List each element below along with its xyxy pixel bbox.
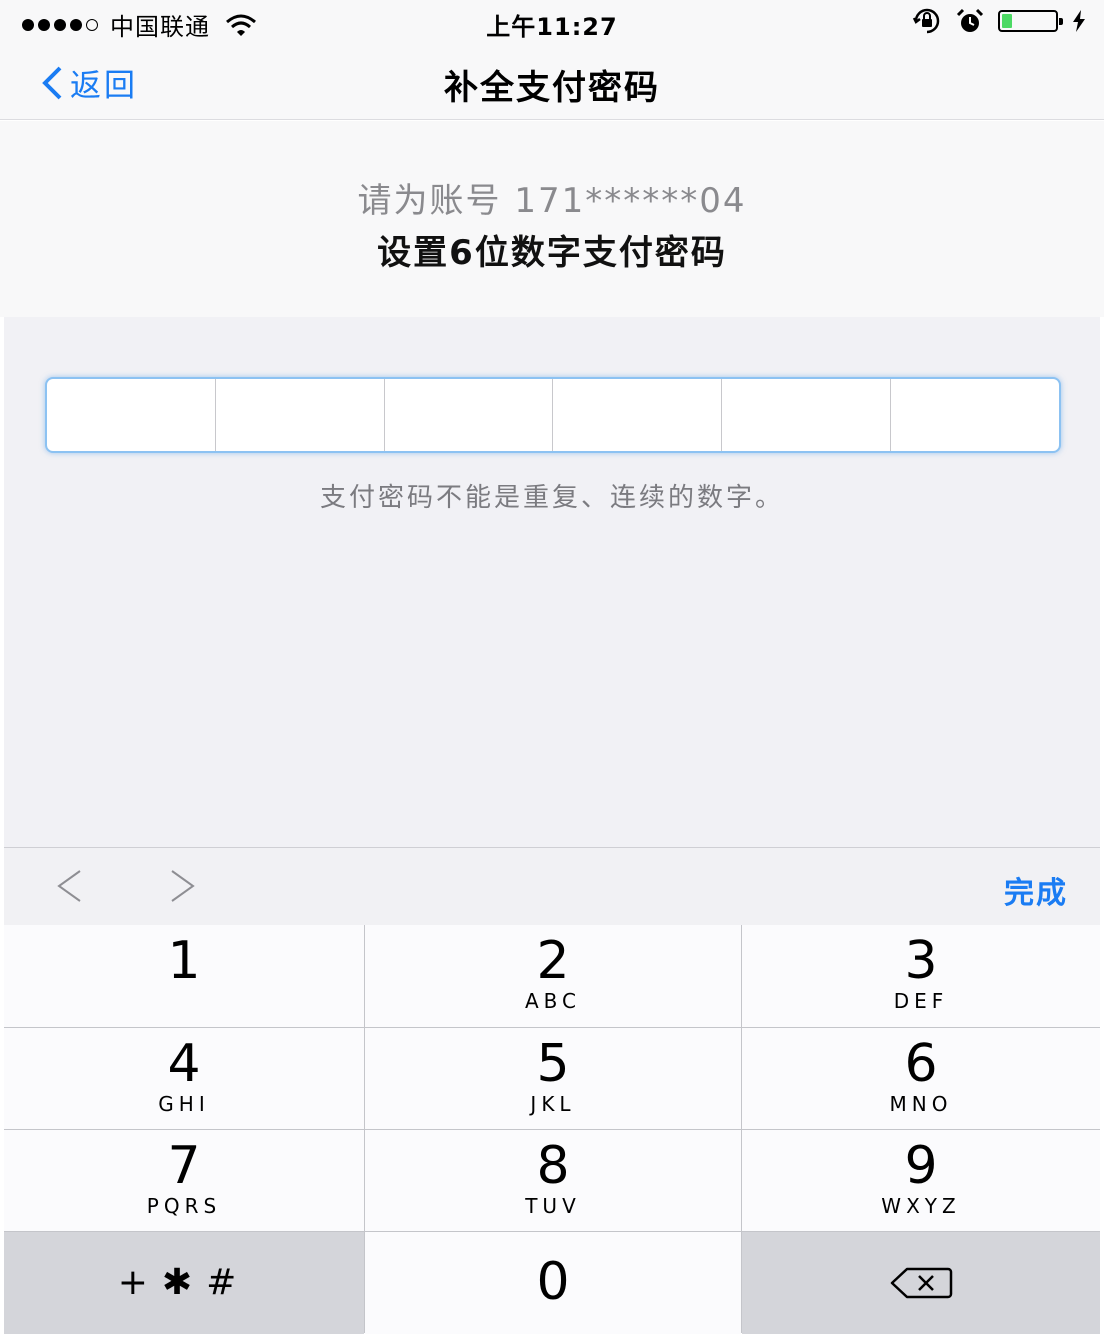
chevron-left-icon (57, 870, 81, 902)
key-letters: PQRS (146, 1194, 222, 1218)
chevron-right-icon (171, 870, 195, 902)
backspace-icon (890, 1267, 953, 1299)
key-7[interactable]: 7 PQRS (4, 1130, 364, 1231)
status-bar: 中国联通 上午11:27 (0, 0, 1104, 46)
key-6[interactable]: 6 MNO (742, 1028, 1100, 1129)
key-digit: 5 (536, 1034, 570, 1094)
status-right (912, 8, 1086, 34)
delete-key[interactable] (742, 1232, 1100, 1334)
key-digit: 7 (167, 1136, 201, 1196)
instruction-text: 设置6位数字支付密码 (377, 233, 727, 273)
account-prompt: 请为账号 171******04 (357, 181, 747, 221)
pin-digit-4[interactable] (553, 379, 723, 451)
rotation-lock-icon (912, 8, 940, 34)
key-4[interactable]: 4 GHI (4, 1028, 364, 1129)
key-digit: 9 (904, 1136, 938, 1196)
key-9[interactable]: 9 WXYZ (742, 1130, 1100, 1231)
pin-input[interactable] (45, 377, 1061, 453)
key-digit: 2 (536, 931, 570, 991)
key-2[interactable]: 2 ABC (365, 925, 741, 1027)
navigation-bar: 返回 补全支付密码 (0, 46, 1104, 120)
done-button[interactable]: 完成 (1004, 868, 1068, 912)
key-digit: 3 (904, 931, 938, 991)
key-digit: 8 (536, 1136, 570, 1196)
battery-fill (1002, 14, 1013, 28)
key-letters: DEF (893, 989, 949, 1013)
pin-digit-1[interactable] (47, 379, 216, 451)
key-symbols[interactable]: +✱# (4, 1232, 364, 1334)
key-letters: TUV (525, 1194, 581, 1218)
key-letters: JKL (530, 1092, 576, 1116)
key-5[interactable]: 5 JKL (365, 1028, 741, 1129)
key-symbols-label: +✱# (117, 1262, 251, 1303)
content-area: 支付密码不能是重复、连续的数字。 (4, 317, 1100, 847)
charging-icon (1073, 10, 1085, 32)
battery-icon (998, 10, 1063, 32)
pin-digit-2[interactable] (216, 379, 385, 451)
prompt-area: 请为账号 171******04 设置6位数字支付密码 (0, 121, 1104, 317)
pin-digit-6[interactable] (891, 379, 1059, 451)
previous-field-button[interactable] (54, 868, 84, 908)
key-digit: 0 (536, 1252, 570, 1312)
key-digit: 4 (167, 1034, 201, 1094)
pin-digit-5[interactable] (722, 379, 892, 451)
numeric-keypad: 1 2 ABC 3 DEF 4 GHI 5 JKL 6 MNO 7 PQRS 8… (4, 925, 1100, 1334)
key-letters: WXYZ (881, 1194, 961, 1218)
page-title: 补全支付密码 (444, 68, 660, 108)
pin-digit-3[interactable] (385, 379, 554, 451)
key-letters: MNO (889, 1092, 953, 1116)
key-3[interactable]: 3 DEF (742, 925, 1100, 1027)
key-1[interactable]: 1 (4, 925, 364, 1027)
key-letters: GHI (158, 1092, 210, 1116)
key-0[interactable]: 0 (365, 1232, 741, 1334)
key-digit: 6 (904, 1034, 938, 1094)
keyboard-toolbar: 完成 (4, 847, 1100, 925)
key-letters: ABC (524, 989, 581, 1013)
pin-hint: 支付密码不能是重复、连续的数字。 (319, 483, 784, 513)
key-digit: 1 (167, 931, 201, 991)
next-field-button[interactable] (168, 868, 198, 908)
key-8[interactable]: 8 TUV (365, 1130, 741, 1231)
alarm-icon (956, 8, 984, 32)
